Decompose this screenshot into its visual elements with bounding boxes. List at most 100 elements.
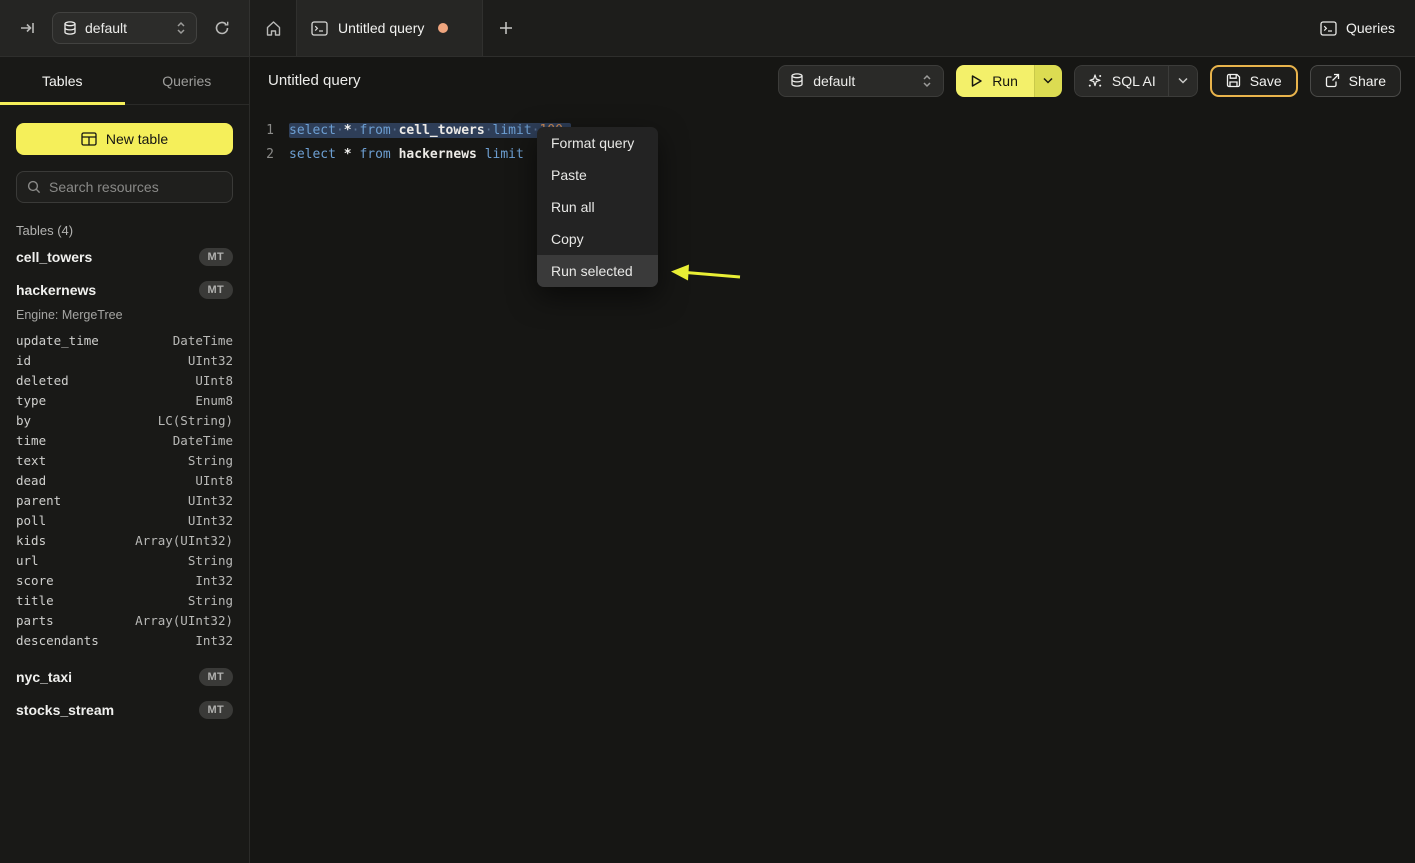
column-type: UInt8: [195, 373, 233, 388]
column-row[interactable]: descendants Int32: [0, 630, 249, 650]
plus-icon: [499, 21, 513, 35]
table-name: nyc_taxi: [16, 669, 72, 685]
refresh-button[interactable]: [207, 13, 237, 43]
table-name: hackernews: [16, 282, 96, 298]
sidebar-tab-queries[interactable]: Queries: [125, 57, 250, 104]
column-type: LC(String): [158, 413, 233, 428]
line-number: 1: [250, 123, 274, 138]
column-type: UInt8: [195, 473, 233, 488]
play-icon: [970, 74, 983, 88]
column-type: String: [188, 553, 233, 568]
editor-context-menu: Format query Paste Run all Copy Run sele…: [537, 127, 658, 287]
column-row[interactable]: update_time DateTime: [0, 330, 249, 350]
query-database-select[interactable]: default: [778, 65, 944, 97]
topbar-right: Queries: [1320, 0, 1415, 56]
column-row[interactable]: deleted UInt8: [0, 370, 249, 390]
home-icon: [265, 20, 282, 37]
refresh-icon: [214, 20, 230, 36]
topbar-database-select[interactable]: default: [52, 12, 197, 44]
column-name: update_time: [16, 333, 99, 348]
column-row[interactable]: id UInt32: [0, 350, 249, 370]
sql-ai-label: SQL AI: [1112, 73, 1156, 89]
column-name: dead: [16, 473, 46, 488]
column-row[interactable]: type Enum8: [0, 390, 249, 410]
column-row[interactable]: parent UInt32: [0, 490, 249, 510]
column-type: DateTime: [173, 333, 233, 348]
context-menu-item[interactable]: Run all: [537, 191, 658, 223]
chevron-down-icon: [1043, 77, 1053, 84]
column-row[interactable]: poll UInt32: [0, 510, 249, 530]
context-menu-item-label: Format query: [551, 135, 634, 151]
table-row-stocks-stream[interactable]: stocks_stream MT: [0, 693, 249, 726]
column-name: descendants: [16, 633, 99, 648]
table-grid-icon: [81, 132, 97, 146]
sidebar-tab-tables[interactable]: Tables: [0, 57, 125, 104]
search-icon: [27, 180, 41, 194]
context-menu-item[interactable]: Copy: [537, 223, 658, 255]
save-icon: [1226, 73, 1241, 88]
chevron-updown-icon: [176, 21, 186, 35]
column-row[interactable]: text String: [0, 450, 249, 470]
tab-title: Untitled query: [338, 20, 424, 36]
tab-untitled-query[interactable]: Untitled query: [296, 0, 483, 56]
sql-editor[interactable]: 1 select·*·from·cell_towers·limit·100· 2se…: [250, 104, 1415, 863]
tab-strip: Untitled query: [250, 0, 1320, 56]
save-button[interactable]: Save: [1210, 65, 1298, 97]
terminal-icon: [311, 21, 328, 36]
search-resources-input[interactable]: [49, 179, 222, 195]
query-header: Untitled query default: [250, 57, 1415, 104]
new-tab-button[interactable]: [491, 13, 521, 43]
column-row[interactable]: by LC(String): [0, 410, 249, 430]
column-row[interactable]: kids Array(UInt32): [0, 530, 249, 550]
column-type: DateTime: [173, 433, 233, 448]
column-row[interactable]: score Int32: [0, 570, 249, 590]
new-table-label: New table: [106, 131, 168, 147]
tables-section-title: Tables (4): [16, 223, 233, 238]
code-lines: 1 select·*·from·cell_towers·limit·100· 2se…: [250, 118, 1415, 166]
column-row[interactable]: time DateTime: [0, 430, 249, 450]
share-button[interactable]: Share: [1310, 65, 1401, 97]
engine-badge: MT: [199, 668, 233, 686]
table-row-nyc-taxi[interactable]: nyc_taxi MT: [0, 660, 249, 693]
table-row-hackernews[interactable]: hackernews MT: [0, 273, 249, 306]
column-type: Enum8: [195, 393, 233, 408]
table-name: stocks_stream: [16, 702, 114, 718]
share-label: Share: [1349, 73, 1386, 89]
run-options-button[interactable]: [1034, 65, 1062, 97]
new-table-button[interactable]: New table: [16, 123, 233, 155]
query-title: Untitled query: [268, 72, 766, 89]
column-type: Int32: [195, 573, 233, 588]
sql-ai-options-button[interactable]: [1168, 65, 1198, 97]
code-line[interactable]: 2select * from hackernews limit: [250, 142, 1415, 166]
run-label: Run: [992, 73, 1018, 89]
collapse-sidebar-button[interactable]: [12, 13, 42, 43]
column-name: parent: [16, 493, 61, 508]
column-type: UInt32: [188, 493, 233, 508]
engine-badge: MT: [199, 281, 233, 299]
context-menu-item[interactable]: Format query: [537, 127, 658, 159]
column-row[interactable]: dead UInt8: [0, 470, 249, 490]
queries-button[interactable]: Queries: [1320, 20, 1395, 36]
query-database-value: default: [813, 73, 913, 89]
chevron-down-icon: [1178, 77, 1188, 84]
code-line[interactable]: 1 select·*·from·cell_towers·limit·100·: [250, 118, 1415, 142]
column-row[interactable]: url String: [0, 550, 249, 570]
table-row-cell-towers[interactable]: cell_towers MT: [0, 240, 249, 273]
column-name: time: [16, 433, 46, 448]
run-button[interactable]: Run: [956, 65, 1034, 97]
home-button[interactable]: [250, 0, 296, 56]
context-menu-item[interactable]: Paste: [537, 159, 658, 191]
sparkles-icon: [1087, 73, 1103, 89]
save-label: Save: [1250, 73, 1282, 89]
column-name: type: [16, 393, 46, 408]
topbar: default: [0, 0, 1415, 57]
code-text-selected: select·*·from·cell_towers·limit·100·: [289, 123, 571, 138]
column-type: Array(UInt32): [135, 613, 233, 628]
sql-ai-button[interactable]: SQL AI: [1074, 65, 1168, 97]
column-type: UInt32: [188, 353, 233, 368]
table-name: cell_towers: [16, 249, 92, 265]
column-row[interactable]: title String: [0, 590, 249, 610]
column-row[interactable]: parts Array(UInt32): [0, 610, 249, 630]
context-menu-item[interactable]: Run selected: [537, 255, 658, 287]
context-menu-item-label: Run selected: [551, 263, 633, 279]
